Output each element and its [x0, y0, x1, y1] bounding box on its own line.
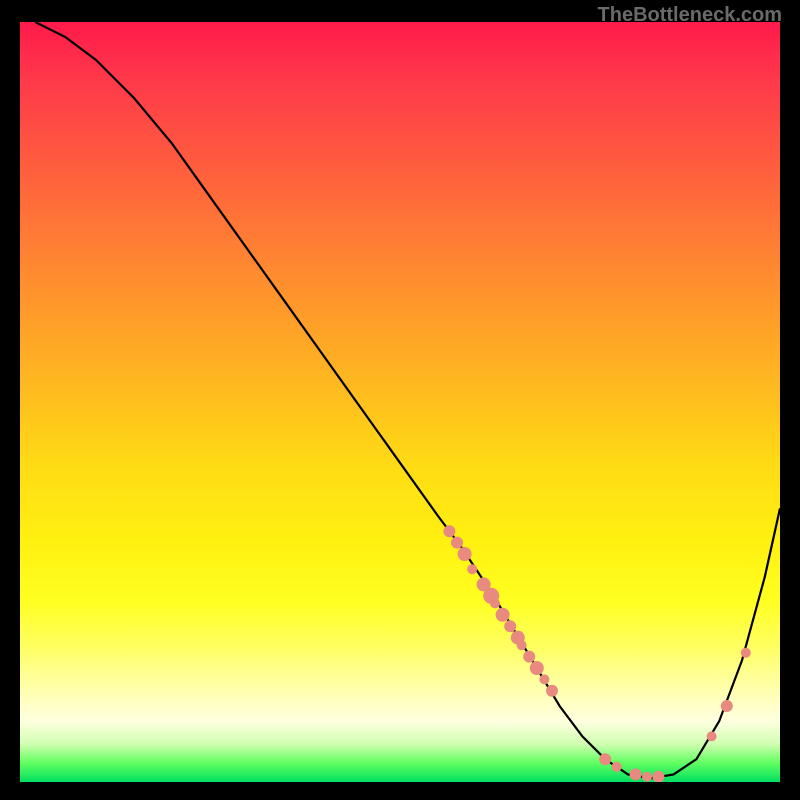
data-marker	[443, 525, 455, 537]
data-marker	[707, 731, 717, 741]
plot-area	[20, 22, 780, 782]
curve-line	[35, 22, 780, 778]
data-marker	[546, 685, 558, 697]
data-marker	[458, 547, 472, 561]
watermark-text: TheBottleneck.com	[598, 4, 782, 27]
data-marker	[721, 700, 733, 712]
data-marker	[496, 608, 510, 622]
data-marker	[451, 537, 463, 549]
data-marker	[467, 564, 477, 574]
data-marker	[599, 753, 611, 765]
data-marker	[523, 651, 535, 663]
data-marker	[539, 674, 549, 684]
data-marker	[517, 640, 527, 650]
data-marker	[652, 771, 664, 782]
chart-svg	[20, 22, 780, 782]
data-marker	[504, 620, 516, 632]
data-marker	[612, 762, 622, 772]
data-marker	[490, 598, 500, 608]
data-marker	[642, 772, 652, 782]
data-marker	[530, 661, 544, 675]
data-marker	[630, 768, 642, 780]
data-marker	[741, 648, 751, 658]
